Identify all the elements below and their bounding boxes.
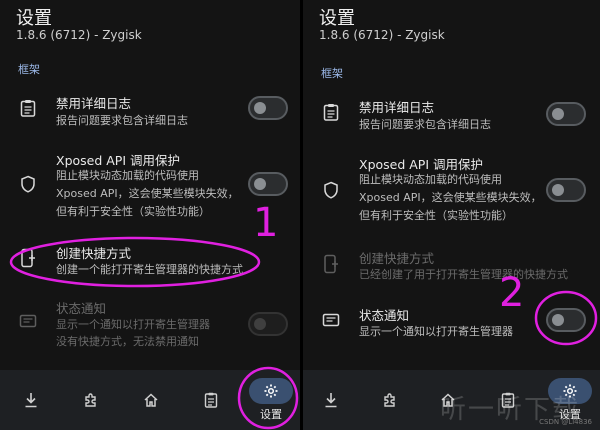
- section-header-framework: 框架: [18, 63, 40, 76]
- setting-create-shortcut[interactable]: 创建快捷方式 创建一个能打开寄生管理器的快捷方式: [0, 240, 300, 280]
- setting-status-notification[interactable]: 状态通知 显示一个通知以打开寄生管理器: [303, 305, 600, 345]
- setting-desc-line-2: Xposed API，这会使某些模块失效，: [359, 191, 542, 204]
- notification-icon: [18, 312, 38, 332]
- setting-disable-verbose-log[interactable]: 禁用详细日志 报告问题要求包含详细日志: [303, 96, 600, 140]
- setting-title: 禁用详细日志: [359, 100, 435, 115]
- verbose-log-switch[interactable]: [546, 102, 586, 126]
- section-header-framework: 框架: [321, 67, 343, 80]
- nav-modules[interactable]: [66, 370, 116, 430]
- page-title: 设置: [319, 8, 355, 29]
- nav-logs[interactable]: [186, 370, 236, 430]
- shield-icon: [18, 174, 38, 194]
- clipboard-icon: [18, 98, 38, 118]
- setting-title: 禁用详细日志: [56, 96, 132, 111]
- setting-desc-line-2: Xposed API，这会使某些模块失效，: [56, 187, 239, 200]
- watermark: CSDN @Li4836: [539, 418, 592, 426]
- puzzle-icon: [69, 387, 113, 413]
- notification-icon: [321, 311, 341, 331]
- settings-screen-right: 设置 1.8.6 (6712) - Zygisk 框架 禁用详细日志 报告问题要…: [303, 0, 600, 430]
- clipboard-icon: [321, 102, 341, 122]
- setting-desc-line-1: 阻止模块动态加载的代码使用: [359, 173, 502, 186]
- log-icon: [189, 387, 233, 413]
- setting-desc-line-3: 但有利于安全性（实验性功能）: [359, 209, 513, 222]
- setting-desc: 创建一个能打开寄生管理器的快捷方式: [56, 263, 243, 276]
- setting-disable-verbose-log[interactable]: 禁用详细日志 报告问题要求包含详细日志: [0, 92, 300, 136]
- setting-status-notification: 状态通知 显示一个通知以打开寄生管理器 没有快捷方式，无法禁用通知: [0, 298, 300, 352]
- setting-title: 创建快捷方式: [56, 246, 132, 261]
- download-icon: [309, 387, 353, 413]
- xposed-protection-switch[interactable]: [546, 178, 586, 202]
- setting-desc-line-1: 阻止模块动态加载的代码使用: [56, 169, 199, 182]
- setting-desc: 报告问题要求包含详细日志: [56, 114, 188, 127]
- settings-icon: [249, 378, 293, 404]
- xposed-protection-switch[interactable]: [248, 172, 288, 196]
- setting-desc-line-3: 但有利于安全性（实验性功能）: [56, 205, 210, 218]
- verbose-log-switch[interactable]: [248, 96, 288, 120]
- download-icon: [9, 387, 53, 413]
- version-subtitle: 1.8.6 (6712) - Zygisk: [319, 28, 445, 42]
- setting-desc-line-1: 显示一个通知以打开寄生管理器: [56, 318, 210, 331]
- status-notification-switch: [248, 312, 288, 336]
- setting-create-shortcut: 创建快捷方式 已经创建了用于打开寄生管理器的快捷方式: [303, 246, 600, 286]
- setting-title: 创建快捷方式: [359, 251, 435, 266]
- shield-icon: [321, 180, 341, 200]
- nav-download[interactable]: [6, 370, 56, 430]
- status-notification-switch[interactable]: [546, 308, 586, 332]
- setting-title: 状态通知: [359, 308, 410, 323]
- setting-desc: 已经创建了用于打开寄生管理器的快捷方式: [359, 268, 568, 281]
- version-subtitle: 1.8.6 (6712) - Zygisk: [16, 28, 142, 42]
- setting-desc: 报告问题要求包含详细日志: [359, 118, 491, 131]
- shortcut-icon: [18, 248, 38, 268]
- annotation-number: 1: [253, 200, 279, 246]
- nav-settings-label: 设置: [260, 408, 282, 421]
- nav-settings[interactable]: 设置: [246, 370, 296, 430]
- setting-xposed-api-protection[interactable]: Xposed API 调用保护 阻止模块动态加载的代码使用 Xposed API…: [303, 154, 600, 226]
- annotation-number: 2: [499, 270, 525, 316]
- bottom-navigation: 设置: [0, 370, 300, 430]
- setting-title: 状态通知: [56, 301, 107, 316]
- setting-desc: 显示一个通知以打开寄生管理器: [359, 325, 513, 338]
- setting-desc-line-2: 没有快捷方式，无法禁用通知: [56, 335, 199, 348]
- shortcut-icon: [321, 254, 341, 274]
- nav-download[interactable]: [306, 370, 356, 430]
- nav-modules[interactable]: [365, 370, 415, 430]
- home-icon: [129, 387, 173, 413]
- settings-screen-left: 设置 1.8.6 (6712) - Zygisk 框架 禁用详细日志 报告问题要…: [0, 0, 300, 430]
- nav-home[interactable]: [126, 370, 176, 430]
- page-title: 设置: [16, 8, 52, 29]
- puzzle-icon: [368, 387, 412, 413]
